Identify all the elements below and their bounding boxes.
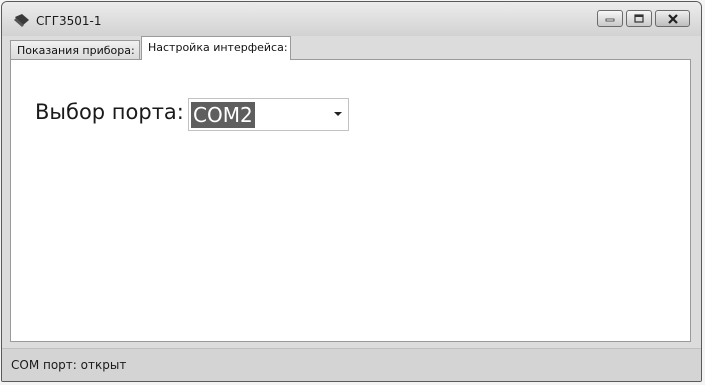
tab-interface-settings[interactable]: Настройка интерфейса: (141, 36, 291, 60)
tab-label: Показания прибора: (17, 44, 135, 57)
app-window: СГГ3501-1 Показания прибора: Настройка и… (1, 1, 702, 382)
tab-strip: Показания прибора: Настройка интерфейса: (10, 36, 693, 60)
tab-panel: Выбор порта: COM2 (10, 59, 691, 342)
maximize-icon (634, 14, 644, 23)
tab-label: Настройка интерфейса: (148, 41, 288, 54)
app-icon (14, 14, 29, 27)
minimize-button[interactable] (597, 10, 623, 27)
chevron-down-icon[interactable] (334, 112, 342, 116)
window-controls (594, 10, 690, 27)
status-bar: COM порт: открыт (2, 348, 701, 381)
window-title: СГГ3501-1 (36, 14, 102, 28)
tab-device-readings[interactable]: Показания прибора: (10, 40, 140, 59)
close-icon (667, 13, 678, 24)
port-select[interactable]: COM2 (188, 98, 349, 131)
minimize-icon (605, 18, 615, 21)
port-label: Выбор порта: (35, 100, 184, 124)
title-bar[interactable]: СГГ3501-1 (2, 2, 701, 36)
maximize-button[interactable] (626, 10, 652, 27)
port-select-value: COM2 (191, 102, 255, 128)
close-button[interactable] (655, 10, 690, 27)
status-text: COM порт: открыт (11, 358, 127, 372)
